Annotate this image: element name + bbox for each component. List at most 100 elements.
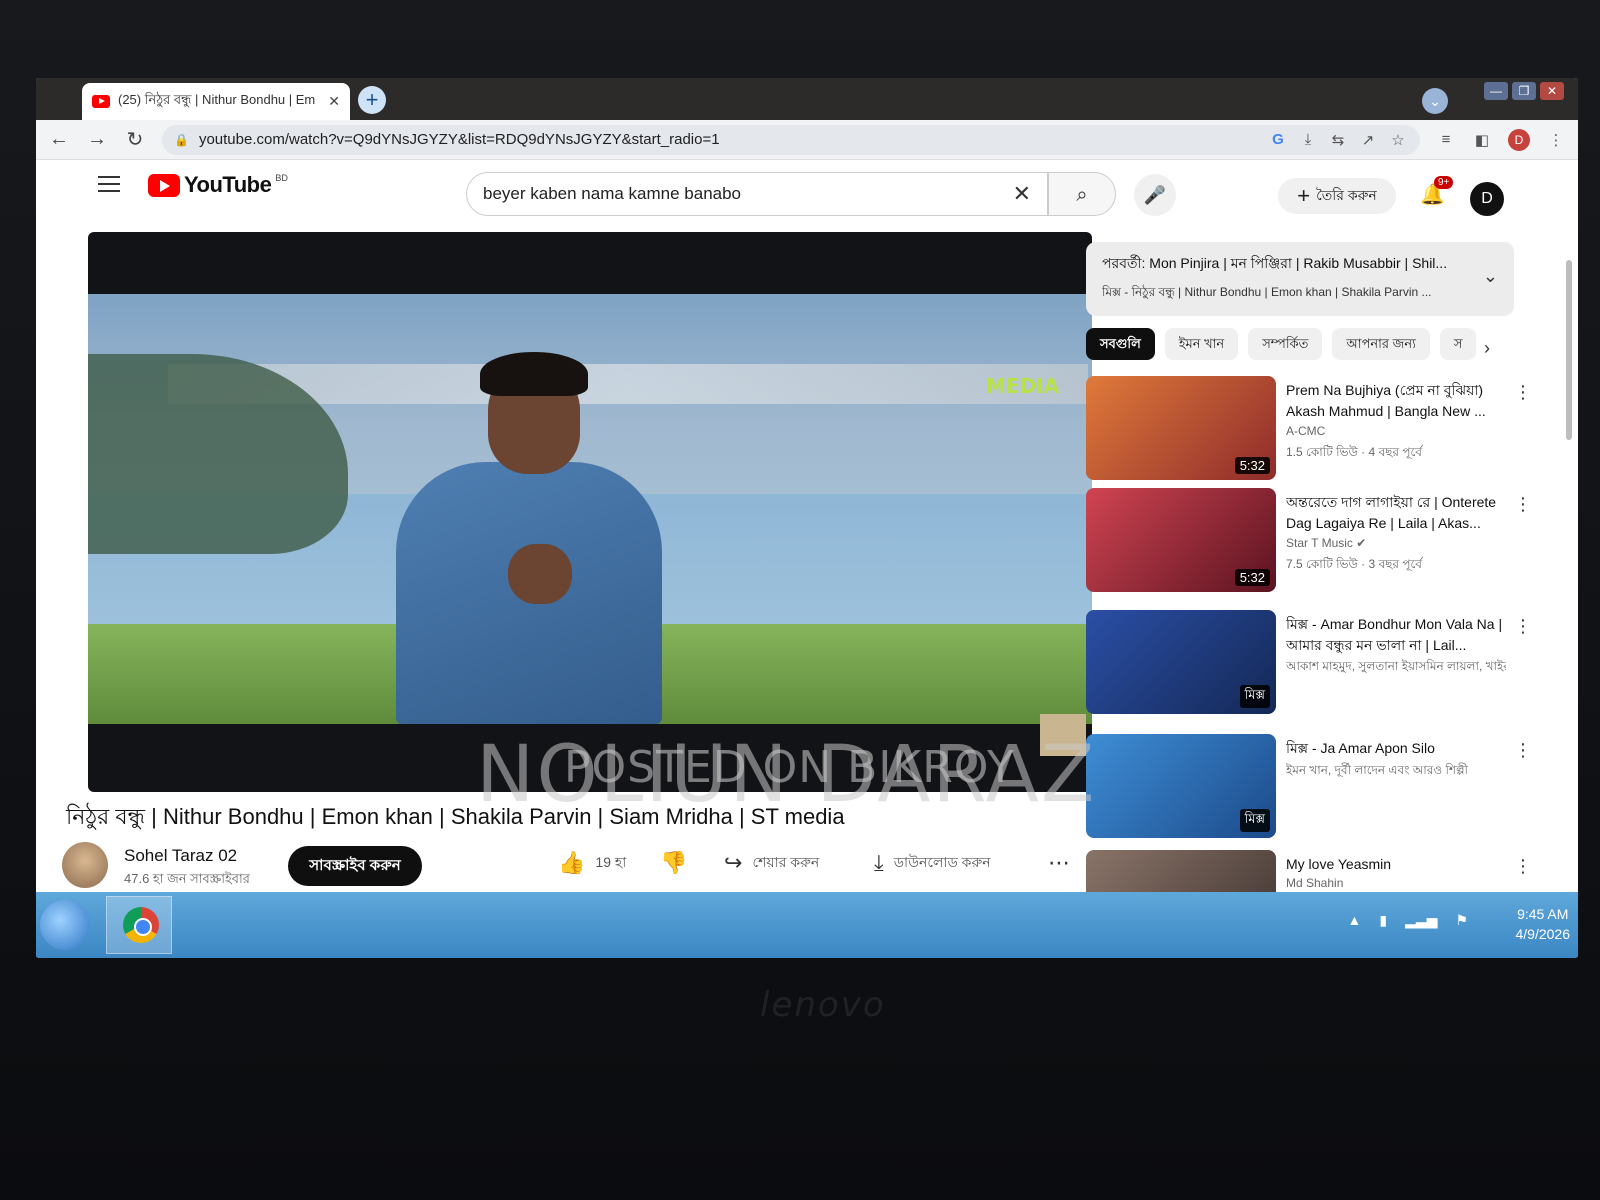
voice-search-icon[interactable]: 🎤: [1134, 174, 1176, 216]
new-tab-button[interactable]: +: [358, 86, 386, 114]
page-scrollbar[interactable]: [1566, 260, 1572, 440]
start-button[interactable]: [40, 900, 90, 950]
google-icon[interactable]: G: [1268, 131, 1288, 148]
chip-emon-khan[interactable]: ইমন খান: [1164, 328, 1239, 360]
tab-close-icon[interactable]: ✕: [328, 93, 340, 110]
share-arrow-icon: ↪: [724, 850, 743, 875]
browser-menu-icon[interactable]: ⋮: [1546, 131, 1566, 149]
chrome-icon: [123, 907, 159, 943]
taskbar-chrome[interactable]: [106, 896, 172, 954]
window-close-button[interactable]: ✕: [1540, 82, 1564, 100]
clock-time: 9:45 AM: [1517, 906, 1569, 922]
video-thumbnail[interactable]: 5:32: [1086, 488, 1276, 592]
youtube-favicon-icon: [92, 95, 110, 108]
more-vertical-icon[interactable]: ⋮: [1514, 616, 1532, 637]
minimize-button[interactable]: —: [1484, 82, 1508, 100]
video-thumbnail[interactable]: মিক্স: [1086, 610, 1276, 714]
video-thumbnail[interactable]: [1086, 850, 1276, 892]
more-vertical-icon[interactable]: ⋮: [1514, 740, 1532, 761]
singer-hands: [508, 544, 572, 604]
taskbar-clock[interactable]: 9:45 AM 4/9/2026: [1516, 904, 1571, 944]
browser-tab-active[interactable]: (25) নিঠুর বন্ধু | Nithur Bondhu | Em ✕: [82, 83, 350, 120]
create-button[interactable]: + তৈরি করুন: [1278, 178, 1396, 214]
dislike-button[interactable]: 👎: [660, 850, 687, 876]
list-item[interactable]: 5:32 Prem Na Bujhiya (প্রেম না বুঝিয়া) …: [1086, 376, 1532, 486]
video-thumbnail[interactable]: 5:32: [1086, 376, 1276, 480]
chip-more[interactable]: স: [1439, 328, 1477, 360]
like-count: 19 হা: [595, 854, 627, 870]
browser-tabbar: (25) নিঠুর বন্ধু | Nithur Bondhu | Em ✕ …: [36, 78, 1578, 120]
translate-icon[interactable]: ⇆: [1328, 131, 1348, 149]
browser-toolbar: ← → ↻ 🔒 youtube.com/watch?v=Q9dYNsJGYZY&…: [36, 120, 1578, 160]
subscribe-button[interactable]: সাবস্ক্রাইব করুন: [288, 846, 422, 886]
signal-icon[interactable]: ▂▃▅: [1405, 912, 1437, 929]
more-horizontal-icon: ⋯: [1048, 850, 1070, 875]
up-next-panel[interactable]: পরবর্তী: Mon Pinjira | মন পিঞ্জিরা | Rak…: [1086, 242, 1514, 316]
country-code: BD: [275, 173, 288, 183]
more-vertical-icon[interactable]: ⋮: [1514, 856, 1526, 877]
more-vertical-icon[interactable]: ⋮: [1514, 494, 1532, 515]
action-center-flag-icon[interactable]: ⚑: [1455, 912, 1468, 929]
list-item[interactable]: মিক্স মিক্স - Ja Amar Apon Silo ইমন খান,…: [1086, 734, 1532, 844]
download-button[interactable]: ⤓ ডাউনলোড করুন: [874, 850, 991, 876]
video-player[interactable]: MEDIA: [88, 232, 1092, 792]
more-vertical-icon[interactable]: ⋮: [1514, 382, 1532, 403]
chevron-down-icon[interactable]: ⌄: [1483, 266, 1498, 287]
search-input[interactable]: beyer kaben nama kamne banabo ✕: [466, 172, 1048, 216]
tab-search-icon[interactable]: ⌄: [1422, 88, 1448, 114]
windows-taskbar: ▲ ▮ ▂▃▅ ⚑ 9:45 AM 4/9/2026: [36, 892, 1578, 958]
back-icon[interactable]: ←: [48, 128, 70, 151]
duration-badge: 5:32: [1234, 457, 1270, 474]
side-panel-icon[interactable]: ◧: [1472, 131, 1492, 149]
tray-expand-icon[interactable]: ▲: [1348, 912, 1362, 929]
account-avatar[interactable]: D: [1470, 182, 1504, 216]
chip-for-you[interactable]: আপনার জন্য: [1332, 328, 1430, 360]
rec-meta: 7.5 কোটি ভিউ · 3 বছর পূর্বে: [1286, 557, 1422, 571]
share-button[interactable]: ↪ শেয়ার করুন: [724, 850, 819, 876]
monitor-brand: lenovo: [760, 985, 886, 1025]
duration-badge: 5:32: [1234, 569, 1270, 586]
hamburger-menu-icon[interactable]: [98, 176, 120, 192]
clear-search-icon[interactable]: ✕: [1013, 181, 1031, 207]
list-item[interactable]: 5:32 অন্তরেতে দাগ লাগাইয়া রে | Onterete…: [1086, 488, 1532, 598]
channel-name[interactable]: Sohel Taraz 02: [124, 846, 237, 866]
system-tray: ▲ ▮ ▂▃▅ ⚑: [1348, 912, 1468, 929]
download-icon: ⤓: [874, 850, 884, 875]
install-icon[interactable]: ⤓: [1298, 131, 1318, 148]
video-thumbnail[interactable]: মিক্স: [1086, 734, 1276, 838]
share-icon[interactable]: ↗: [1358, 131, 1378, 149]
battery-icon[interactable]: ▮: [1379, 912, 1387, 929]
up-next-title: পরবর্তী: Mon Pinjira | মন পিঞ্জিরা | Rak…: [1102, 255, 1448, 271]
mix-badge: মিক্স: [1239, 685, 1270, 708]
lock-icon[interactable]: 🔒: [174, 133, 189, 147]
more-actions-button[interactable]: ⋯: [1048, 850, 1070, 876]
chip-related[interactable]: সম্পর্কিত: [1248, 328, 1323, 360]
singer-figure: [388, 344, 668, 724]
rec-channel: ইমন খান, দূর্বী লাদেন এবং আরও শিল্পী: [1286, 763, 1468, 777]
rec-title: মিক্স - Amar Bondhur Mon Vala Na | আমার …: [1286, 616, 1503, 653]
bookmark-star-icon[interactable]: ☆: [1388, 131, 1408, 149]
chip-all[interactable]: সবগুলি: [1086, 328, 1155, 360]
like-button[interactable]: 👍 19 হা: [558, 850, 626, 876]
forward-icon[interactable]: →: [86, 128, 108, 151]
playlist-name: মিক্স - নিঠুর বন্ধু | Nithur Bondhu | Em…: [1102, 285, 1432, 299]
create-label: তৈরি করুন: [1316, 187, 1377, 203]
reload-icon[interactable]: ↻: [124, 127, 146, 152]
url-text: youtube.com/watch?v=Q9dYNsJGYZY&list=RDQ…: [198, 131, 720, 148]
chevron-right-icon[interactable]: ›: [1484, 338, 1490, 359]
thumbs-up-icon: 👍: [558, 850, 586, 875]
screen: (25) নিঠুর বন্ধু | Nithur Bondhu | Em ✕ …: [36, 78, 1578, 958]
list-item[interactable]: মিক্স মিক্স - Amar Bondhur Mon Vala Na |…: [1086, 610, 1532, 720]
youtube-logo[interactable]: YouTube BD: [148, 172, 288, 198]
download-label: ডাউনলোড করুন: [893, 854, 991, 870]
search-button[interactable]: ⌕: [1048, 172, 1116, 216]
channel-avatar[interactable]: [62, 842, 108, 888]
reading-list-icon[interactable]: ≡: [1436, 131, 1456, 148]
rec-title: Prem Na Bujhiya (প্রেম না বুঝিয়া) Akash…: [1286, 382, 1486, 419]
address-bar[interactable]: 🔒 youtube.com/watch?v=Q9dYNsJGYZY&list=R…: [162, 124, 1420, 155]
rec-channel: Star T Music ✔: [1286, 536, 1367, 550]
rec-channel: A-CMC: [1286, 424, 1326, 438]
list-item[interactable]: My love Yeasmin Md Shahin ⋮: [1086, 850, 1526, 892]
browser-profile-avatar[interactable]: D: [1508, 128, 1530, 151]
restore-button[interactable]: ❐: [1512, 82, 1536, 100]
